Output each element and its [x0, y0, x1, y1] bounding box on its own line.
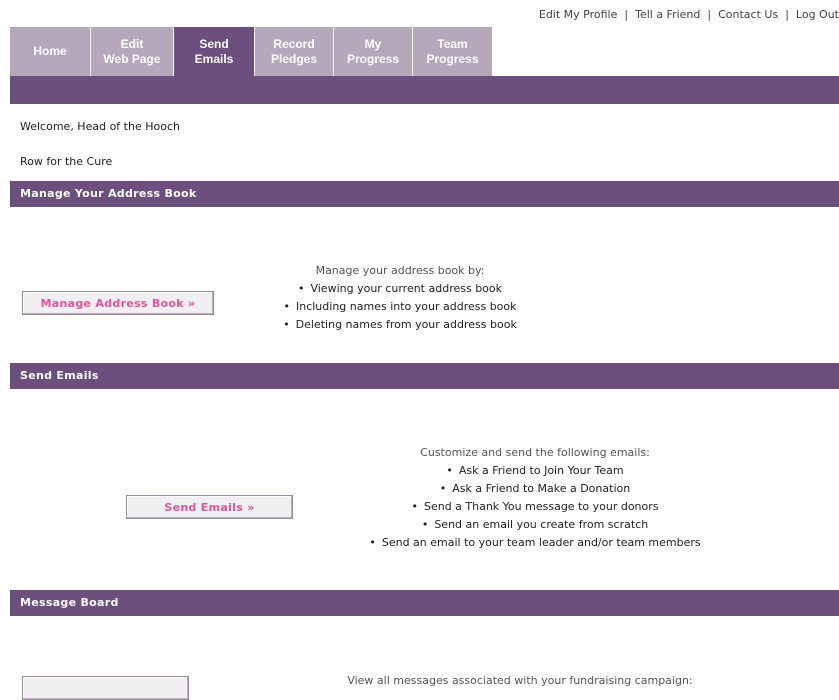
campaign-name: Row for the Cure: [20, 155, 113, 168]
list-item: Send an email to your team leader and/or…: [330, 534, 740, 552]
list-item: Deleting names from your address book: [200, 316, 600, 334]
section-header-address-book: Manage Your Address Book: [10, 181, 839, 207]
message-board-intro: View all messages associated with your f…: [347, 674, 693, 687]
tab-edit-web-page[interactable]: Edit Web Page: [91, 27, 174, 76]
separator: |: [785, 8, 789, 21]
send-emails-intro: Customize and send the following emails:: [420, 446, 650, 459]
log-out-link[interactable]: Log Out: [796, 8, 839, 21]
contact-us-link[interactable]: Contact Us: [718, 8, 778, 21]
list-item: Send a Thank You message to your donors: [330, 498, 740, 516]
list-item: Including names into your address book: [200, 298, 600, 316]
tab-my-progress[interactable]: My Progress: [334, 27, 413, 76]
send-emails-button[interactable]: Send Emails »: [126, 495, 293, 519]
address-book-description: Manage your address book by: Viewing you…: [200, 262, 600, 334]
address-book-features: Viewing your current address book Includ…: [200, 280, 600, 334]
separator: |: [707, 8, 712, 21]
top-links: Edit My Profile | Tell a Friend | Contact Us…: [539, 7, 839, 23]
list-item: Send an email you create from scratch: [330, 516, 740, 534]
address-book-intro: Manage your address book by:: [315, 264, 485, 277]
manage-address-book-button[interactable]: Manage Address Book »: [22, 291, 214, 315]
section-header-send-emails: Send Emails: [10, 363, 839, 389]
tell-a-friend-link[interactable]: Tell a Friend: [635, 8, 700, 21]
nav-subbar: [10, 76, 839, 104]
list-item: Viewing your current address book: [200, 280, 600, 298]
welcome-text: Welcome, Head of the Hooch: [20, 120, 180, 133]
tab-team-progress[interactable]: Team Progress: [413, 27, 493, 76]
message-board-button[interactable]: [22, 676, 189, 700]
send-emails-description: Customize and send the following emails:…: [330, 444, 740, 552]
tab-home[interactable]: Home: [10, 27, 91, 76]
edit-profile-link[interactable]: Edit My Profile: [539, 8, 618, 21]
tab-record-pledges[interactable]: Record Pledges: [255, 27, 334, 76]
main-nav-tabs: Home Edit Web Page Send Emails Record Pl…: [10, 27, 493, 76]
separator: |: [624, 8, 629, 21]
email-types-list: Ask a Friend to Join Your Team Ask a Fri…: [330, 462, 740, 552]
message-board-description: View all messages associated with your f…: [280, 672, 760, 690]
section-header-message-board: Message Board: [10, 590, 839, 616]
list-item: Ask a Friend to Make a Donation: [330, 480, 740, 498]
tab-send-emails[interactable]: Send Emails: [174, 27, 255, 76]
list-item: Ask a Friend to Join Your Team: [330, 462, 740, 480]
